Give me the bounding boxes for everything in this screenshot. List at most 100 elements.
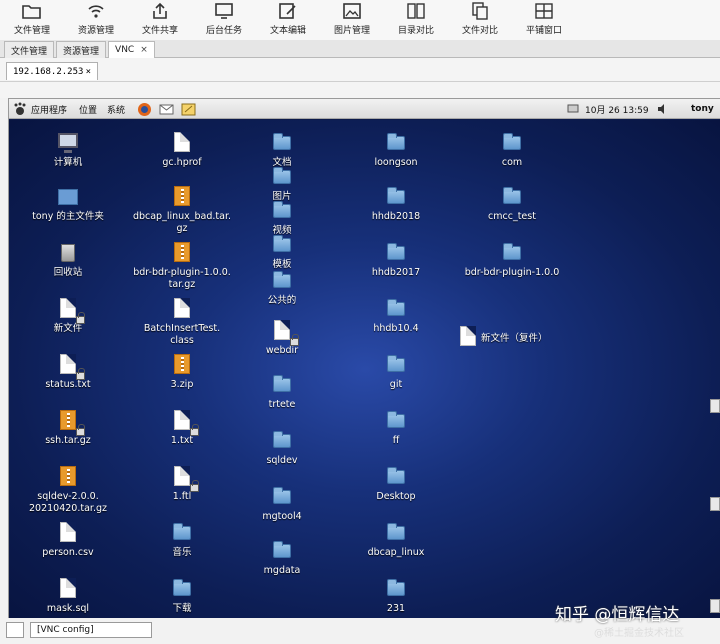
- file-manager-button[interactable]: 文件管理: [0, 0, 64, 40]
- user-name[interactable]: tony: [691, 99, 714, 119]
- desktop-icon-label: git: [389, 379, 403, 390]
- desktop-icon[interactable]: loongson: [357, 132, 435, 169]
- desktop-icon[interactable]: 公共的: [247, 270, 317, 307]
- firefox-icon[interactable]: [137, 99, 152, 119]
- desktop-icon[interactable]: 文档: [247, 132, 317, 169]
- desktop-icon[interactable]: bdr-bdr-plugin-1.0.0. tar.gz: [127, 242, 237, 291]
- desktop-icon-label: 1.txt: [170, 435, 194, 446]
- desktop-icon-label: status.txt: [45, 379, 91, 390]
- desktop-icon[interactable]: mgtool4: [247, 486, 317, 523]
- desktop-icon-label: bdr-bdr-plugin-1.0.0: [464, 267, 560, 278]
- close-icon[interactable]: ×: [86, 67, 91, 77]
- desktop-icon[interactable]: hhdb2017: [357, 242, 435, 279]
- folder-icon: [501, 186, 523, 208]
- folder-icon: [385, 354, 407, 376]
- desktop-icon[interactable]: 视频: [247, 200, 317, 237]
- file-share-button[interactable]: 文件共享: [128, 0, 192, 40]
- volume-icon[interactable]: [657, 99, 669, 119]
- desktop-icon[interactable]: person.csv: [29, 522, 107, 559]
- network-icon[interactable]: [567, 99, 579, 119]
- menu-system[interactable]: 系统: [107, 99, 125, 119]
- archive-icon: [171, 186, 193, 208]
- desktop-icon[interactable]: cmcc_test: [457, 186, 567, 223]
- compare-file-icon: [470, 1, 490, 21]
- desktop-icon[interactable]: BatchInsertTest. class: [127, 298, 237, 347]
- desktop-icon[interactable]: 下载: [127, 578, 237, 615]
- desktop-icon-label: cmcc_test: [488, 211, 536, 222]
- desktop-icon[interactable]: hhdb2018: [357, 186, 435, 223]
- desktop-icon[interactable]: sqldev: [247, 430, 317, 467]
- desktop-icon[interactable]: status.txt: [29, 354, 107, 391]
- desktop-icon-label: sqldev-2.0.0. 20210420.tar.gz: [29, 491, 107, 514]
- mail-icon[interactable]: [159, 99, 174, 119]
- desktop[interactable]: 计算机 tony 的主文件夹 回收站新文件 status.txt ssh.tar.gz s…: [9, 120, 720, 618]
- desktop-icon-label: BatchInsertTest. class: [143, 323, 221, 346]
- edge-handle[interactable]: [710, 599, 720, 613]
- desktop-icon[interactable]: mgdata: [247, 540, 317, 577]
- desktop-icon[interactable]: 231: [357, 578, 435, 615]
- background-tasks-button[interactable]: 后台任务: [192, 0, 256, 40]
- edge-handle[interactable]: [710, 497, 720, 511]
- tile-windows-button[interactable]: 平铺窗口: [512, 0, 576, 40]
- desktop-icon[interactable]: dbcap_linux: [357, 522, 435, 559]
- desktop-icon[interactable]: dbcap_linux_bad.tar. gz: [127, 186, 237, 235]
- desktop-icon[interactable]: 1.ftl: [127, 466, 237, 503]
- desktop-icon[interactable]: com: [457, 132, 567, 169]
- desktop-icon-label: mask.sql: [46, 603, 90, 614]
- folder-icon: [501, 132, 523, 154]
- desktop-icon[interactable]: hhdb10.4: [357, 298, 435, 335]
- tab-file-manager[interactable]: 文件管理: [4, 41, 55, 58]
- desktop-icon[interactable]: webdir: [247, 320, 317, 357]
- watermark: 知乎 @恒辉信达: [555, 605, 680, 625]
- desktop-icon[interactable]: 计算机: [29, 132, 107, 169]
- desktop-icon[interactable]: 图片: [247, 166, 317, 203]
- archive-icon: [57, 466, 79, 488]
- notes-icon[interactable]: [181, 99, 196, 119]
- folder-icon: [271, 430, 293, 452]
- desktop-icon[interactable]: git: [357, 354, 435, 391]
- file-icon: [171, 132, 193, 154]
- desktop-icon[interactable]: ff: [357, 410, 435, 447]
- desktop-icon[interactable]: tony 的主文件夹: [29, 186, 107, 223]
- desktop-icon[interactable]: trtete: [247, 374, 317, 411]
- compare-file-button[interactable]: 文件对比: [448, 0, 512, 40]
- folder-icon: [385, 578, 407, 600]
- desktop-icon[interactable]: 新文件: [29, 298, 107, 335]
- tab-vnc[interactable]: VNC ×: [108, 41, 155, 58]
- desktop-icon[interactable]: gc.hprof: [127, 132, 237, 169]
- desktop-icon[interactable]: 1.txt: [127, 410, 237, 447]
- desktop-icon[interactable]: 模板: [247, 234, 317, 271]
- close-icon[interactable]: ×: [140, 45, 148, 55]
- edge-handle[interactable]: [710, 399, 720, 413]
- image-manager-button[interactable]: 图片管理: [320, 0, 384, 40]
- desktop-icon[interactable]: 回收站: [29, 242, 107, 279]
- main-toolbar: 文件管理 资源管理 文件共享 后台任务 文本编辑 图片管理 目录对比 文件对比: [0, 0, 720, 40]
- desktop-icon[interactable]: bdr-bdr-plugin-1.0.0: [457, 242, 567, 279]
- file-icon: [57, 298, 85, 324]
- monitor-icon: [214, 1, 234, 21]
- lock-icon: [190, 424, 199, 436]
- desktop-icon[interactable]: 3.zip: [127, 354, 237, 391]
- folder-icon: [271, 486, 293, 508]
- desktop-icon[interactable]: sqldev-2.0.0. 20210420.tar.gz: [29, 466, 107, 515]
- folder-icon: [271, 166, 293, 188]
- desktop-icon[interactable]: 新文件（复件）: [457, 326, 567, 351]
- resource-manager-button[interactable]: 资源管理: [64, 0, 128, 40]
- text-edit-button[interactable]: 文本编辑: [256, 0, 320, 40]
- compare-dir-button[interactable]: 目录对比: [384, 0, 448, 40]
- tab-session[interactable]: 192.168.2.253 ×: [6, 62, 98, 80]
- menu-applications[interactable]: 应用程序: [31, 99, 67, 119]
- tab-resource-manager[interactable]: 资源管理: [56, 41, 107, 58]
- desktop-icon[interactable]: ssh.tar.gz: [29, 410, 107, 447]
- vnc-viewport[interactable]: 应用程序 位置 系统 10月 26 13:59 tony 计算机 tony 的主文…: [8, 98, 720, 618]
- menu-places[interactable]: 位置: [79, 99, 97, 119]
- desktop-icon[interactable]: 音乐: [127, 522, 237, 559]
- folder-icon: [271, 374, 293, 396]
- datetime[interactable]: 10月 26 13:59: [585, 99, 649, 119]
- folder-icon: [385, 410, 407, 432]
- file-icon: [171, 298, 193, 320]
- folder-icon: [271, 540, 293, 562]
- desktop-icon[interactable]: Desktop: [357, 466, 435, 503]
- desktop-icon[interactable]: mask.sql: [29, 578, 107, 615]
- desktop-icon-label: hhdb2017: [371, 267, 421, 278]
